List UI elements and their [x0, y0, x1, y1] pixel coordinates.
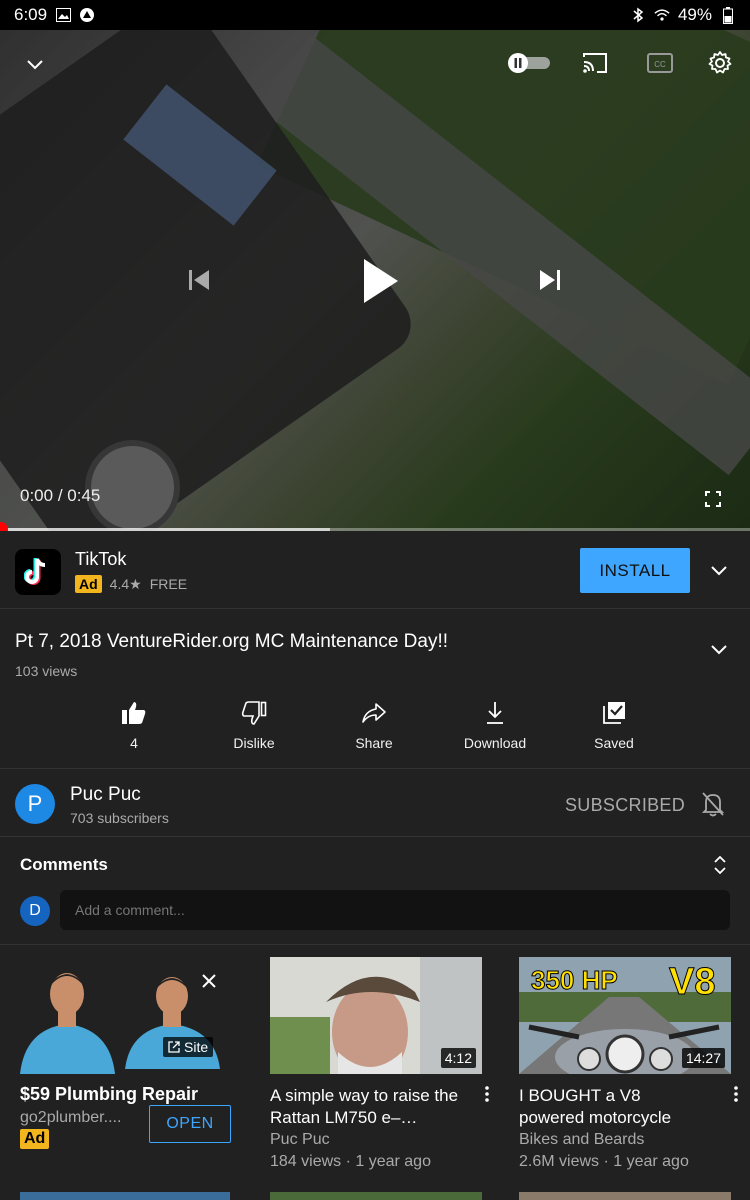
bluetooth-icon	[630, 7, 646, 23]
subscribed-button[interactable]: SUBSCRIBED	[565, 795, 685, 816]
autoplay-toggle[interactable]	[506, 50, 552, 76]
download-button[interactable]: Download	[445, 697, 545, 751]
app-notification-icon	[79, 7, 95, 23]
ad-meta: Ad 4.4★ FREE	[75, 575, 187, 593]
open-button[interactable]: OPEN	[149, 1105, 231, 1143]
channel-row: P Puc Puc 703 subscribers SUBSCRIBED	[0, 770, 750, 837]
saved-label: Saved	[594, 735, 634, 751]
share-label: Share	[355, 735, 393, 751]
tiktok-logo-icon[interactable]	[15, 549, 61, 595]
user-avatar: D	[20, 896, 50, 926]
video-card-meta: 184 views · 1 year ago	[270, 1153, 431, 1170]
next-row-thumbnail[interactable]	[270, 1192, 482, 1200]
thumbnail-text-hp: 350 HP	[531, 965, 619, 996]
battery-icon	[720, 6, 736, 24]
view-count: 103 views	[15, 663, 78, 679]
video-card-channel: Bikes and Beards	[519, 1131, 645, 1148]
external-link-icon	[168, 1041, 180, 1053]
video-duration: 0:45	[67, 486, 101, 505]
promo-ad-title[interactable]: $59 Plumbing Repair	[20, 1084, 230, 1105]
video-player[interactable]: CC 0:00 / 0:45	[0, 30, 750, 531]
promo-ad-badge: Ad	[20, 1129, 50, 1149]
video-thumbnail[interactable]: 4:12	[270, 957, 482, 1074]
app-install-ad: TikTok Ad 4.4★ FREE INSTALL	[0, 531, 750, 609]
download-label: Download	[463, 735, 527, 751]
gallery-icon	[55, 7, 71, 23]
video-card-channel: Puc Puc	[270, 1131, 330, 1148]
ad-badge: Ad	[75, 575, 102, 593]
share-icon	[360, 697, 388, 729]
ad-app-name[interactable]: TikTok	[75, 549, 126, 570]
time-separator: /	[53, 486, 68, 505]
settings-gear-icon[interactable]	[705, 48, 735, 78]
download-icon	[483, 697, 507, 729]
thumbs-up-icon	[120, 697, 148, 729]
more-options-icon[interactable]	[484, 1085, 490, 1108]
comments-section: Comments D	[0, 838, 750, 945]
video-card-title[interactable]: I BOUGHT a V8 powered motorcycle	[519, 1085, 709, 1129]
video-card-title[interactable]: A simple way to raise the Rattan LM750 e…	[270, 1085, 460, 1129]
ad-rating: 4.4★	[109, 575, 142, 592]
video-duration-badge: 4:12	[440, 1048, 476, 1068]
close-ad-icon[interactable]	[200, 972, 218, 995]
status-time: 6:09	[14, 5, 48, 24]
time-display: 0:00 / 0:45	[20, 486, 100, 506]
cast-icon[interactable]	[580, 48, 610, 78]
next-row-thumbnail[interactable]	[519, 1192, 731, 1200]
like-button[interactable]: 4	[84, 697, 184, 751]
video-thumbnail[interactable]: 350 HP V8 14:27	[519, 957, 731, 1074]
thumbnail-text-v8: V8	[668, 961, 716, 1004]
saved-icon	[601, 697, 627, 729]
battery-percent: 49%	[677, 5, 712, 24]
thumbs-down-icon	[240, 697, 268, 729]
video-duration-badge: 14:27	[681, 1048, 725, 1068]
fullscreen-icon[interactable]	[700, 486, 726, 512]
channel-avatar[interactable]: P	[15, 784, 55, 824]
video-title[interactable]: Pt 7, 2018 VentureRider.org MC Maintenan…	[15, 631, 695, 653]
promo-ad-card[interactable]: Site $59 Plumbing Repair go2plumber.... …	[20, 957, 231, 1149]
star-icon: ★	[129, 575, 142, 592]
dislike-label: Dislike	[233, 735, 275, 751]
ad-price: FREE	[149, 576, 188, 592]
video-card-meta: 2.6M views · 1 year ago	[519, 1153, 689, 1170]
expand-description-chevron-icon[interactable]	[706, 636, 732, 667]
minimize-chevron-icon[interactable]	[22, 52, 48, 78]
saved-button[interactable]: Saved	[564, 697, 664, 751]
more-options-icon[interactable]	[733, 1085, 739, 1108]
captions-icon[interactable]: CC	[645, 48, 675, 78]
recommended-video-card[interactable]: 4:12 A simple way to raise the Rattan LM…	[270, 957, 489, 1173]
notifications-off-bell-icon[interactable]	[700, 790, 726, 823]
play-icon[interactable]	[355, 254, 405, 308]
share-button[interactable]: Share	[324, 697, 424, 751]
subscriber-count: 703 subscribers	[70, 810, 169, 826]
plumber-photo-1	[20, 973, 115, 1074]
expand-comments-icon[interactable]	[712, 854, 728, 881]
next-icon[interactable]	[534, 264, 566, 296]
next-row-thumbnail[interactable]	[20, 1192, 230, 1200]
dislike-button[interactable]: Dislike	[204, 697, 304, 751]
previous-icon	[183, 264, 215, 296]
comment-input[interactable]	[60, 890, 730, 930]
site-label: Site	[184, 1039, 209, 1055]
visit-site-button[interactable]: Site	[163, 1037, 214, 1057]
expand-ad-chevron-icon[interactable]	[706, 557, 732, 588]
comments-title[interactable]: Comments	[20, 855, 108, 875]
promo-ad-thumbnail[interactable]: Site	[20, 957, 230, 1074]
status-bar: 6:09 49%	[0, 0, 750, 30]
wifi-icon	[654, 7, 670, 23]
current-time: 0:00	[20, 486, 54, 505]
channel-name[interactable]: Puc Puc	[70, 784, 141, 806]
install-button[interactable]: INSTALL	[580, 548, 690, 593]
recommended-video-card[interactable]: 350 HP V8 14:27 I BOUGHT a V8 powered mo…	[519, 957, 738, 1173]
like-count: 4	[130, 735, 138, 751]
svg-text:CC: CC	[654, 60, 666, 69]
video-actions: 4 Dislike Share Download Saved	[0, 697, 750, 769]
